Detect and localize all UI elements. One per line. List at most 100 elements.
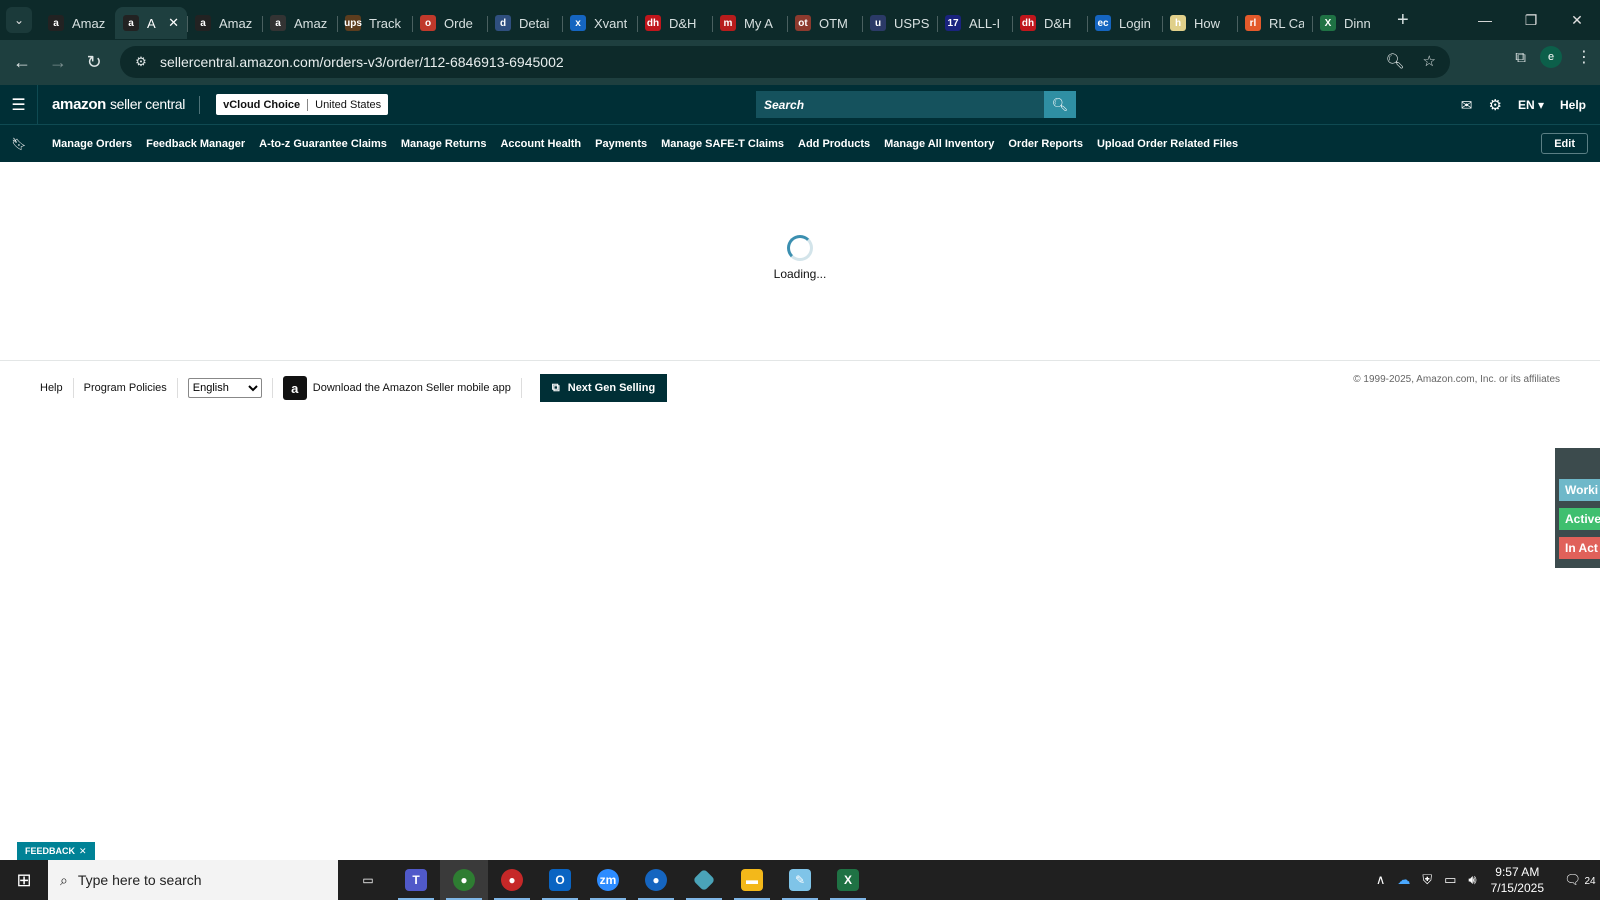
tab-favicon-icon: rl <box>1245 15 1261 31</box>
store-switcher[interactable]: vCloud Choice United States <box>216 94 389 115</box>
browser-tab[interactable]: ups Track <box>337 7 412 39</box>
hamburger-menu-icon[interactable]: ☰ <box>0 84 38 125</box>
next-gen-selling-button[interactable]: ⧉ Next Gen Selling <box>539 374 668 402</box>
file-explorer-icon[interactable]: ▬ <box>728 860 776 900</box>
page-footer: Help Program Policies English a Download… <box>0 374 1600 402</box>
browser-tab[interactable]: u USPS <box>862 7 937 39</box>
search-button[interactable]: 🔍︎ <box>1044 91 1076 118</box>
language-select[interactable]: English <box>187 378 262 398</box>
task-view-icon[interactable]: ▭ <box>344 860 392 900</box>
tab-favicon-icon: X <box>1320 15 1336 31</box>
nav-item[interactable]: Feedback Manager <box>146 138 245 150</box>
browser-tab[interactable]: o Orde <box>412 7 487 39</box>
site-settings-icon[interactable]: ⚙ <box>126 54 156 70</box>
footer-help-link[interactable]: Help <box>30 378 74 398</box>
browser-tab[interactable]: a Amaz <box>262 7 337 39</box>
forward-button[interactable]: → <box>40 45 76 81</box>
browser-tab[interactable]: h How <box>1162 7 1237 39</box>
excel-icon[interactable]: X <box>824 860 872 900</box>
url-text[interactable]: sellercentral.amazon.com/orders-v3/order… <box>160 54 564 70</box>
seller-central-logo[interactable]: amazon seller central <box>52 96 185 113</box>
nav-item[interactable]: Manage SAFE-T Claims <box>661 138 784 150</box>
browser-tab[interactable]: d Detai <box>487 7 562 39</box>
chrome-profile-icon[interactable]: ● <box>488 860 536 900</box>
browser-tab[interactable]: ot OTM <box>787 7 862 39</box>
new-tab-button[interactable]: + <box>1397 9 1409 32</box>
restore-icon[interactable]: ❐ <box>1508 0 1554 40</box>
network-icon[interactable]: ▭ <box>1444 872 1456 888</box>
tab-search-button[interactable]: ⌄ <box>6 7 32 33</box>
onedrive-icon[interactable]: ☁ <box>1397 872 1410 888</box>
close-window-icon[interactable]: ✕ <box>1554 0 1600 40</box>
notepad-icon[interactable]: ✎ <box>776 860 824 900</box>
status-widget-item[interactable]: Active <box>1559 508 1600 530</box>
language-switcher[interactable]: EN ▾ <box>1518 98 1544 112</box>
browser-tab[interactable]: dh D&H <box>1012 7 1087 39</box>
browser-tab[interactable]: a A ✕ <box>115 7 187 39</box>
nav-item[interactable]: Manage Returns <box>401 138 487 150</box>
browser-tab[interactable]: m My A <box>712 7 787 39</box>
address-bar[interactable]: ⚙ sellercentral.amazon.com/orders-v3/ord… <box>120 46 1450 78</box>
browser-tab[interactable]: dh D&H <box>637 7 712 39</box>
profile-avatar[interactable]: e <box>1540 46 1562 68</box>
taskbar-apps: ▭ T ● ● O zm ● ▬ ✎ X <box>344 860 872 900</box>
status-widget-item[interactable]: Worki <box>1559 479 1600 501</box>
zoom-icon[interactable]: zm <box>584 860 632 900</box>
nav-item[interactable]: Add Products <box>798 138 870 150</box>
edit-nav-button[interactable]: Edit <box>1541 133 1588 154</box>
minimize-icon[interactable]: — <box>1462 0 1508 40</box>
nav-item[interactable]: Payments <box>595 138 647 150</box>
tab-favicon-icon: x <box>570 15 586 31</box>
nav-item[interactable]: Order Reports <box>1008 138 1083 150</box>
reload-button[interactable]: ↻ <box>76 45 112 81</box>
extensions-icon[interactable]: ⧉ <box>1515 49 1526 66</box>
mail-icon[interactable]: ✉ <box>1461 97 1473 114</box>
chrome-icon[interactable]: ● <box>440 860 488 900</box>
taskbar-search[interactable]: ⌕ Type here to search <box>48 860 338 900</box>
chrome-profile-2-icon[interactable]: ● <box>632 860 680 900</box>
browser-tab[interactable]: x Xvant <box>562 7 637 39</box>
tab-title: RL Ca <box>1269 15 1304 31</box>
chevron-up-icon[interactable]: ∧ <box>1376 872 1386 888</box>
mobile-app-download-link[interactable]: a Download the Amazon Seller mobile app <box>282 376 511 400</box>
nav-item[interactable]: Manage Orders <box>52 138 132 150</box>
tab-title: ALL-I <box>969 15 1001 31</box>
search-icon: ⌕ <box>60 871 68 888</box>
browser-tab[interactable]: a Amaz <box>187 7 262 39</box>
clock[interactable]: 9:57 AM 7/15/2025 <box>1491 864 1544 896</box>
nav-item[interactable]: Manage All Inventory <box>884 138 994 150</box>
notification-center[interactable]: 🗨︎ 24 <box>1560 872 1600 888</box>
amazon-app-icon: a <box>282 376 307 400</box>
zoom-icon[interactable]: 🔍︎ <box>1386 52 1405 70</box>
search-input[interactable] <box>756 91 1044 118</box>
outlook-icon[interactable]: O <box>536 860 584 900</box>
browser-menu-icon[interactable]: ⋮ <box>1576 47 1592 67</box>
browser-tab[interactable]: a Amaz <box>40 7 115 39</box>
windows-logo-icon: ⊞ <box>16 869 32 890</box>
browser-tab[interactable]: 17 ALL-I <box>937 7 1012 39</box>
nav-item[interactable]: A-to-z Guarantee Claims <box>259 138 387 150</box>
tab-close-icon[interactable]: ✕ <box>168 15 179 31</box>
settings-gear-icon[interactable]: ⚙ <box>1488 96 1501 114</box>
status-widget-item[interactable]: In Act <box>1559 537 1600 559</box>
program-policies-link[interactable]: Program Policies <box>74 378 178 398</box>
app-diamond-icon[interactable] <box>680 860 728 900</box>
browser-tab[interactable]: ec Login <box>1087 7 1162 39</box>
security-icon[interactable]: ⛨ <box>1422 872 1432 888</box>
close-icon[interactable]: ✕ <box>79 846 87 857</box>
back-button[interactable]: ← <box>4 45 40 81</box>
tab-title: Track <box>369 15 402 31</box>
bookmark-icon[interactable]: 🔖︎ <box>0 137 38 151</box>
browser-tab[interactable]: X Dinn <box>1312 7 1387 39</box>
teams-icon[interactable]: T <box>392 860 440 900</box>
help-link[interactable]: Help <box>1560 98 1586 112</box>
feedback-button[interactable]: FEEDBACK ✕ <box>17 842 95 860</box>
start-button[interactable]: ⊞ <box>0 860 48 900</box>
bookmark-star-icon[interactable]: ☆ <box>1423 52 1436 70</box>
nav-item[interactable]: Upload Order Related Files <box>1097 138 1238 150</box>
browser-tab[interactable]: rl RL Ca <box>1237 7 1312 39</box>
tab-title: A <box>147 15 156 31</box>
nav-item[interactable]: Account Health <box>500 138 581 150</box>
header-divider <box>199 95 201 114</box>
volume-icon[interactable]: 🔊︎ <box>1468 872 1476 888</box>
